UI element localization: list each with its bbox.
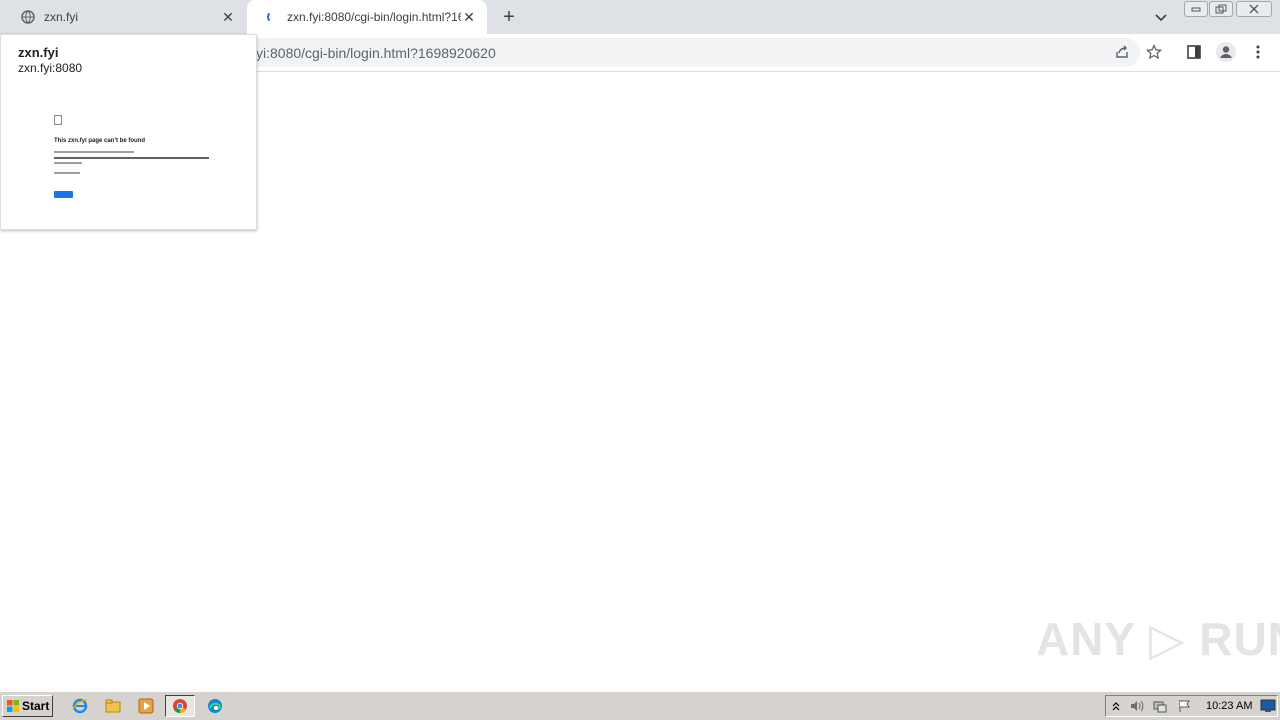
document-icon: [54, 115, 62, 125]
show-hidden-icons-icon[interactable]: [1109, 699, 1123, 713]
loading-spinner-icon: [267, 11, 279, 23]
tab-title: zxn.fyi: [44, 10, 79, 24]
preview-text-line: [54, 162, 82, 164]
preview-text-line: [54, 157, 209, 159]
start-label: Start: [22, 699, 50, 713]
taskbar: Start 10:23 AM: [0, 691, 1280, 720]
system-tray: 10:23 AM: [1105, 695, 1278, 717]
anyrun-watermark: ANY ▷ RUN: [1036, 613, 1280, 665]
address-bar-url[interactable]: yi:8080/cgi-bin/login.html?1698920620: [256, 45, 496, 61]
network-icon[interactable]: [1153, 699, 1167, 713]
taskbar-clock[interactable]: 10:23 AM: [1206, 700, 1252, 712]
close-window-button[interactable]: [1236, 1, 1272, 17]
tab-close-icon[interactable]: ✕: [220, 9, 236, 25]
start-button[interactable]: Start: [2, 695, 53, 717]
hover-card-origin: zxn.fyi:8080: [18, 61, 83, 75]
hover-card-host: zxn.fyi: [18, 45, 59, 60]
preview-text-line: [54, 172, 80, 174]
internet-explorer-icon[interactable]: [71, 697, 89, 715]
preview-reload-button: [54, 191, 73, 198]
chrome-taskbar-button[interactable]: [165, 695, 195, 717]
windows-logo-icon: [6, 699, 20, 713]
tab-search-chevron-icon[interactable]: [1152, 8, 1170, 26]
preview-text-line: [54, 151, 134, 153]
side-panel-icon[interactable]: [1184, 42, 1204, 62]
chrome-icon: [172, 698, 188, 714]
tab-close-icon[interactable]: ✕: [461, 9, 477, 25]
tab-login-page[interactable]: zxn.fyi:8080/cgi-bin/login.html?1698 ✕: [247, 0, 487, 34]
bookmark-star-icon[interactable]: [1144, 42, 1164, 62]
globe-icon: [20, 9, 36, 25]
new-tab-button[interactable]: +: [500, 7, 518, 27]
tab-hover-card: zxn.fyi zxn.fyi:8080 This zxn.fyi page c…: [0, 34, 257, 230]
media-player-icon[interactable]: [137, 697, 155, 715]
minimize-button[interactable]: [1184, 1, 1208, 17]
preview-heading: This zxn.fyi page can’t be found: [54, 138, 146, 144]
tab-title: zxn.fyi:8080/cgi-bin/login.html?1698: [287, 10, 461, 24]
show-desktop-icon[interactable]: [1260, 699, 1276, 713]
profile-avatar-icon[interactable]: [1215, 41, 1237, 63]
volume-icon[interactable]: [1130, 699, 1144, 713]
tab-strip: zxn.fyi ✕ zxn.fyi:8080/cgi-bin/login.htm…: [0, 0, 1280, 34]
restore-button[interactable]: [1209, 1, 1233, 17]
more-menu-icon[interactable]: [1248, 42, 1268, 62]
tab-zxn-fyi[interactable]: zxn.fyi ✕: [0, 0, 246, 34]
hover-card-preview: This zxn.fyi page can’t be found: [21, 105, 241, 205]
action-center-flag-icon[interactable]: [1178, 699, 1192, 713]
file-explorer-icon[interactable]: [104, 697, 122, 715]
share-icon[interactable]: [1112, 42, 1132, 62]
edge-icon[interactable]: [206, 697, 224, 715]
